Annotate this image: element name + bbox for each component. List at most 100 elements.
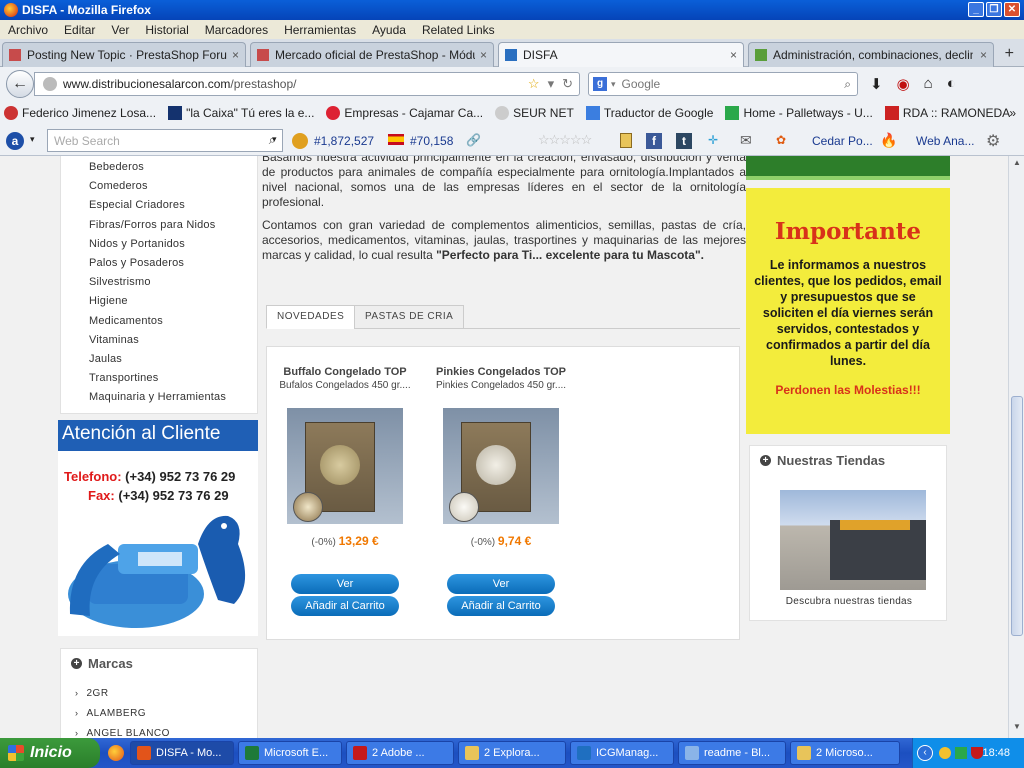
new-tab-button[interactable]: + — [1005, 45, 1014, 63]
view-button[interactable]: Ver — [291, 574, 399, 594]
expand-icon[interactable]: + — [760, 455, 771, 466]
menu-related-links[interactable]: Related Links — [414, 23, 503, 37]
category-link[interactable]: Silvestrismo — [89, 273, 257, 292]
scroll-thumb[interactable] — [1011, 396, 1023, 636]
menu-ayuda[interactable]: Ayuda — [364, 23, 414, 37]
home-icon[interactable]: ⌂ — [924, 75, 933, 93]
category-link[interactable]: Transportines — [89, 369, 257, 388]
scroll-down-icon[interactable]: ▼ — [1011, 722, 1023, 736]
url-bar[interactable]: www.distribucionesalarcon.com/prestashop… — [34, 72, 580, 96]
site-identity-icon[interactable] — [43, 77, 57, 91]
tab-administracion[interactable]: Administración, combinaciones, declinaci… — [748, 42, 994, 67]
view-button[interactable]: Ver — [447, 574, 555, 594]
tab-close-icon[interactable]: × — [480, 48, 487, 62]
ask-dropdown-icon[interactable]: ▾ — [30, 134, 35, 145]
notes-icon[interactable] — [620, 133, 632, 148]
link-icon[interactable]: 🔗 — [466, 133, 481, 147]
tray-network-icon[interactable] — [939, 747, 951, 759]
maximize-button[interactable]: ❐ — [986, 2, 1002, 17]
download-icon[interactable]: ⬇ — [870, 75, 883, 93]
category-link[interactable]: Jaulas — [89, 350, 257, 369]
product-image[interactable] — [443, 408, 559, 524]
web-search-dropdown-icon[interactable]: ▾ — [272, 134, 277, 145]
tab-prestashop-forums[interactable]: Posting New Topic · PrestaShop Forums × — [2, 42, 246, 67]
tray-expand-icon[interactable]: ‹ — [917, 745, 933, 761]
bookmark-federico[interactable]: Federico Jimenez Losa... — [0, 106, 160, 120]
reload-icon[interactable]: ↻ — [562, 76, 573, 92]
category-link[interactable]: Vitaminas — [89, 331, 257, 350]
history-dropdown-icon[interactable]: ▾ — [548, 76, 555, 92]
category-link[interactable]: Nidos y Portanidos — [89, 235, 257, 254]
start-button[interactable]: Inicio — [0, 738, 100, 768]
record-icon[interactable]: ◉ — [897, 75, 910, 93]
bookmarks-overflow-icon[interactable]: » — [1009, 106, 1016, 120]
facebook-icon[interactable]: f — [646, 133, 662, 149]
add-to-cart-button[interactable]: Añadir al Carrito — [447, 596, 555, 616]
taskbar-excel[interactable]: Microsoft E... — [238, 741, 342, 765]
menu-historial[interactable]: Historial — [137, 23, 196, 37]
tab-close-icon[interactable]: × — [730, 48, 737, 62]
tab-pastas-de-cria[interactable]: PASTAS DE CRIA — [354, 305, 465, 329]
taskbar-firefox[interactable]: DISFA - Mo... — [130, 741, 234, 765]
google-engine-icon[interactable]: g — [593, 77, 607, 91]
category-link[interactable]: Higiene — [89, 292, 257, 311]
tray-shield-icon[interactable] — [971, 747, 983, 759]
bookmark-seur[interactable]: SEUR NET — [491, 106, 578, 120]
menu-archivo[interactable]: Archivo — [0, 23, 56, 37]
fire-icon[interactable]: 🔥 — [880, 132, 897, 149]
bookmark-rda[interactable]: RDA :: RAMONEDA — [881, 106, 1014, 120]
menu-editar[interactable]: Editar — [56, 23, 103, 37]
tumblr-icon[interactable]: t — [676, 133, 692, 149]
mail-icon[interactable]: ✉ — [740, 132, 752, 149]
brand-link[interactable]: ANGEL BLANCO — [75, 728, 257, 738]
promo-banner-strip[interactable] — [746, 156, 950, 180]
bookmark-la-caixa[interactable]: "la Caixa" Tú eres la e... — [164, 106, 318, 120]
web-search-input[interactable]: Web Search ⌕ — [47, 129, 283, 152]
category-link[interactable]: Maquinaria y Herramientas — [89, 388, 257, 407]
menu-herramientas[interactable]: Herramientas — [276, 23, 364, 37]
brand-link[interactable]: 2GR — [75, 688, 257, 708]
minimize-button[interactable]: _ — [968, 2, 984, 17]
bookmark-palletways[interactable]: Home - Palletways - U... — [721, 106, 876, 120]
addon-eye-icon[interactable]: ◐ — [947, 75, 956, 93]
search-bar[interactable]: g ▾ Google ⌕ — [588, 72, 858, 96]
menu-ver[interactable]: Ver — [103, 23, 137, 37]
taskbar-icgmanager[interactable]: ICGManag... — [570, 741, 674, 765]
brand-link[interactable]: ALAMBERG — [75, 708, 257, 728]
taskbar-outlook[interactable]: 2 Microso... — [790, 741, 900, 765]
store-photo[interactable] — [780, 490, 926, 590]
tab-novedades[interactable]: NOVEDADES — [266, 305, 356, 329]
bookmark-star-icon[interactable]: ☆ — [528, 76, 540, 92]
category-link[interactable]: Medicamentos — [89, 312, 257, 331]
back-button[interactable]: ← — [6, 70, 34, 98]
customer-service-banner[interactable]: Atención al Cliente Telefono: (+34) 952 … — [58, 420, 258, 636]
gear-icon[interactable]: ⚙ — [986, 131, 1000, 151]
page-scrollbar[interactable]: ▲ ▼ — [1008, 156, 1024, 738]
ask-logo-icon[interactable]: a — [6, 132, 24, 150]
expand-icon[interactable]: + — [71, 658, 82, 669]
bookmark-translate[interactable]: Traductor de Google — [582, 106, 718, 120]
search-engine-dropdown-icon[interactable]: ▾ — [611, 79, 616, 90]
search-icon[interactable]: ⌕ — [844, 77, 851, 92]
category-link[interactable]: Especial Criadores — [89, 196, 257, 215]
tab-close-icon[interactable]: × — [980, 48, 987, 62]
taskbar-notepad[interactable]: readme - Bl... — [678, 741, 786, 765]
taskbar-adobe[interactable]: 2 Adobe ... — [346, 741, 454, 765]
tray-antivirus-icon[interactable] — [955, 747, 967, 759]
product-image[interactable] — [287, 408, 403, 524]
tab-disfa[interactable]: DISFA × — [498, 42, 744, 67]
cedar-icon[interactable]: ✿ — [776, 133, 786, 147]
category-link[interactable]: Fibras/Forros para Nidos — [89, 216, 257, 235]
bookmark-cajamar[interactable]: Empresas - Cajamar Ca... — [322, 106, 487, 120]
add-to-cart-button[interactable]: Añadir al Carrito — [291, 596, 399, 616]
category-link[interactable]: Bebederos — [89, 158, 257, 177]
product-name[interactable]: Buffalo Congelado TOP — [275, 365, 415, 379]
alexa-globe-icon[interactable] — [292, 133, 308, 149]
taskbar-explorer[interactable]: 2 Explora... — [458, 741, 566, 765]
category-link[interactable]: Comederos — [89, 177, 257, 196]
web-analytics-link[interactable]: Web Ana... — [916, 134, 974, 148]
quicklaunch-firefox-icon[interactable] — [108, 745, 124, 761]
menu-marcadores[interactable]: Marcadores — [197, 23, 276, 37]
close-button[interactable]: ✕ — [1004, 2, 1020, 17]
cedar-link[interactable]: Cedar Po... — [812, 134, 873, 148]
